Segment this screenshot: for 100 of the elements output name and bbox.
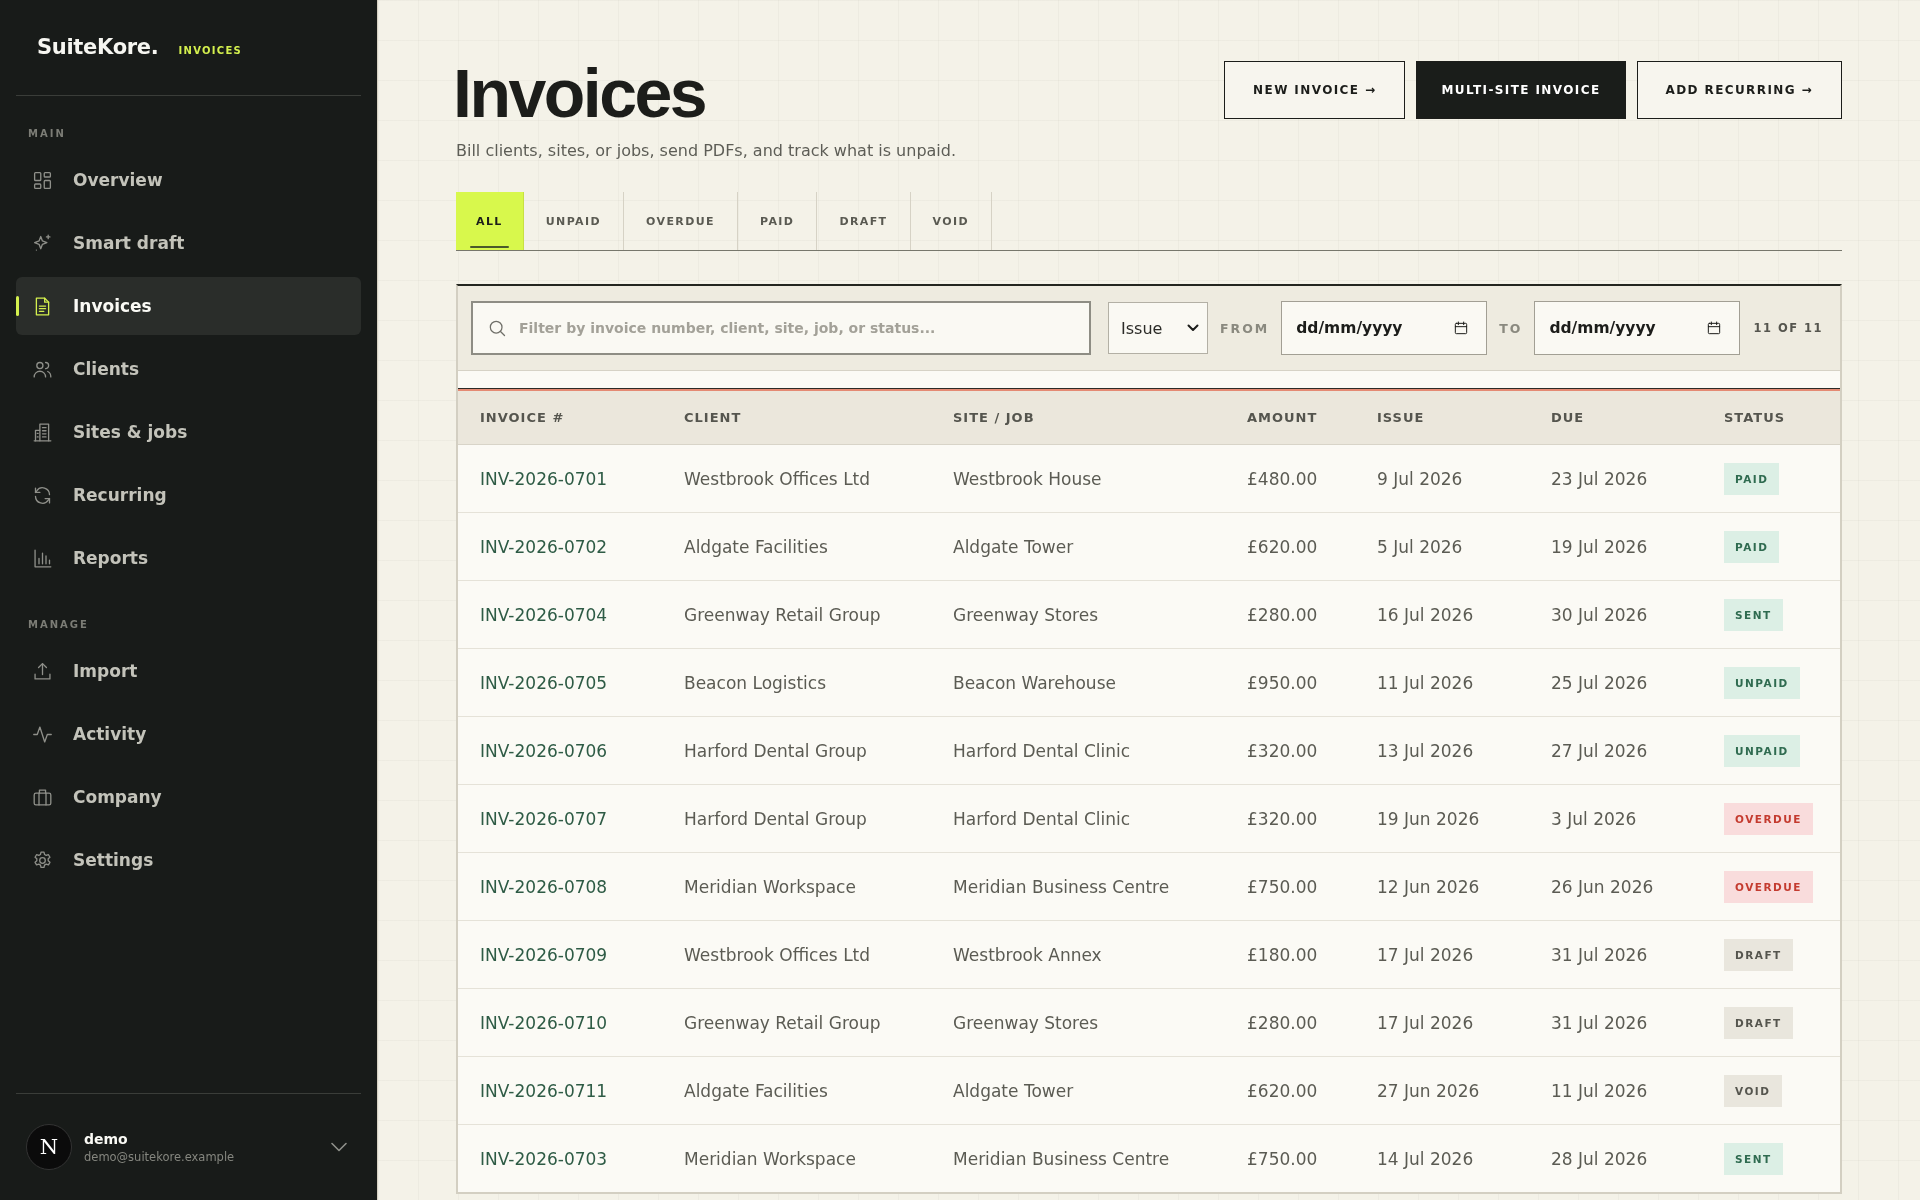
sparkle-icon [32,232,53,254]
column-header: INVOICE # [480,410,565,425]
nav-item[interactable]: Overview [16,151,361,209]
table-cell: £750.00 [1247,1148,1318,1169]
filter-tab[interactable]: PAID [738,192,818,250]
user-avatar: N [26,1124,72,1170]
search-icon [487,318,507,338]
outline-button[interactable]: ADD RECURRING → [1636,61,1842,119]
table-cell: £480.00 [1247,468,1318,489]
table-cell: Aldgate Tower [953,1080,1074,1101]
chevron-down-icon[interactable] [331,1142,347,1152]
calendar-icon [1453,320,1470,336]
date-label: TO [1499,320,1523,336]
filter-tab[interactable]: UNPAID [523,192,625,250]
table-cell: Meridian Business Centre [953,876,1170,897]
table-cell: 9 Jul 2026 [1377,468,1463,489]
nav-item[interactable]: Invoices [16,277,361,335]
table-cell: Westbrook Offices Ltd [684,944,871,965]
table-cell: £620.00 [1247,1080,1318,1101]
nav-item[interactable]: Activity [16,705,361,763]
invoice-link[interactable]: INV-2026-0708 [480,876,608,897]
table-cell: 27 Jun 2026 [1377,1080,1480,1101]
status-badge: OVERDUE [1724,802,1813,835]
table-cell: 11 Jul 2026 [1377,672,1474,693]
table-cell: Meridian Business Centre [953,1148,1170,1169]
column-header: CLIENT [684,410,742,425]
table-cell: £180.00 [1247,944,1318,965]
section-heading: MAIN [27,128,67,139]
outline-button[interactable]: NEW INVOICE → [1224,61,1406,119]
upload-icon [32,660,53,682]
invoice-link[interactable]: INV-2026-0704 [480,604,608,625]
status-badge: DRAFT [1724,1006,1793,1039]
column-header: DUE [1551,410,1585,425]
filter-tab[interactable]: OVERDUE [624,192,738,250]
search-field[interactable]: Filter by invoice number, client, site, job, or status... [471,301,1091,355]
nav-item[interactable]: Clients [16,340,361,398]
invoice-link[interactable]: INV-2026-0705 [480,672,608,693]
brand-logo: SuiteKore. [37,35,159,59]
table-cell: £280.00 [1247,604,1318,625]
section-heading: MANAGE [27,619,90,630]
table-cell: Greenway Retail Group [684,604,881,625]
table-cell: 5 Jul 2026 [1377,536,1463,557]
invoice-link[interactable]: INV-2026-0701 [480,468,608,489]
invoice-link[interactable]: INV-2026-0709 [480,944,608,965]
table-cell: £620.00 [1247,536,1318,557]
status-badge: OVERDUE [1724,870,1813,903]
filter-tab[interactable]: VOID [910,192,993,250]
table-cell: 13 Jul 2026 [1377,740,1474,761]
table-cell: Westbrook Offices Ltd [684,468,871,489]
nav-item[interactable]: Smart draft [16,214,361,272]
date-field[interactable]: dd/mm/yyyy [1534,301,1741,355]
primary-button[interactable]: MULTI-SITE INVOICE [1416,61,1626,119]
table-cell: 12 Jun 2026 [1377,876,1480,897]
filter-tab[interactable]: ALL [456,192,524,250]
date-type-select[interactable]: Issue [1108,302,1208,354]
user-email: demo@suitekore.example [84,1149,236,1164]
table-cell: Meridian Workspace [684,1148,856,1169]
table-cell: 28 Jul 2026 [1551,1148,1648,1169]
page-title: Invoices [453,59,707,127]
invoice-link[interactable]: INV-2026-0703 [480,1148,608,1169]
grid-icon [32,169,53,191]
nav-item[interactable]: Import [16,642,361,700]
invoice-link[interactable]: INV-2026-0702 [480,536,608,557]
table-cell: Aldgate Facilities [684,536,828,557]
table-cell: 25 Jul 2026 [1551,672,1648,693]
table-cell: Aldgate Tower [953,536,1074,557]
column-header: AMOUNT [1247,410,1318,425]
calendar-icon [1706,320,1723,336]
table-cell: Harford Dental Clinic [953,808,1131,829]
filter-tab[interactable]: DRAFT [817,192,911,250]
table-cell: Harford Dental Group [684,740,867,761]
refresh-icon [32,484,53,506]
column-header: SITE / JOB [953,410,1035,425]
table-cell: 3 Jul 2026 [1551,808,1637,829]
table-cell: 23 Jul 2026 [1551,468,1648,489]
table-cell: 30 Jul 2026 [1551,604,1648,625]
invoice-link[interactable]: INV-2026-0710 [480,1012,608,1033]
invoice-link[interactable]: INV-2026-0707 [480,808,608,829]
nav-item[interactable]: Company [16,768,361,826]
building-icon [32,421,53,443]
brand-tag: INVOICES [178,45,243,56]
settings-icon [32,849,53,871]
table-cell: 26 Jun 2026 [1551,876,1654,897]
status-badge: DRAFT [1724,938,1793,971]
nav-item[interactable]: Recurring [16,466,361,524]
caret-icon [1187,324,1199,332]
table-cell: 17 Jul 2026 [1377,1012,1474,1033]
nav-item[interactable]: Sites & jobs [16,403,361,461]
briefcase-icon [32,786,53,808]
table-cell: 14 Jul 2026 [1377,1148,1474,1169]
nav-item[interactable]: Reports [16,529,361,587]
status-badge: VOID [1724,1074,1782,1107]
nav-item[interactable]: Settings [16,831,361,889]
table-cell: £320.00 [1247,808,1318,829]
invoice-link[interactable]: INV-2026-0706 [480,740,608,761]
table-cell: Greenway Retail Group [684,1012,881,1033]
invoice-link[interactable]: INV-2026-0711 [480,1080,608,1101]
date-field[interactable]: dd/mm/yyyy [1281,301,1488,355]
table-cell: Greenway Stores [953,1012,1099,1033]
status-badge: UNPAID [1724,734,1800,767]
